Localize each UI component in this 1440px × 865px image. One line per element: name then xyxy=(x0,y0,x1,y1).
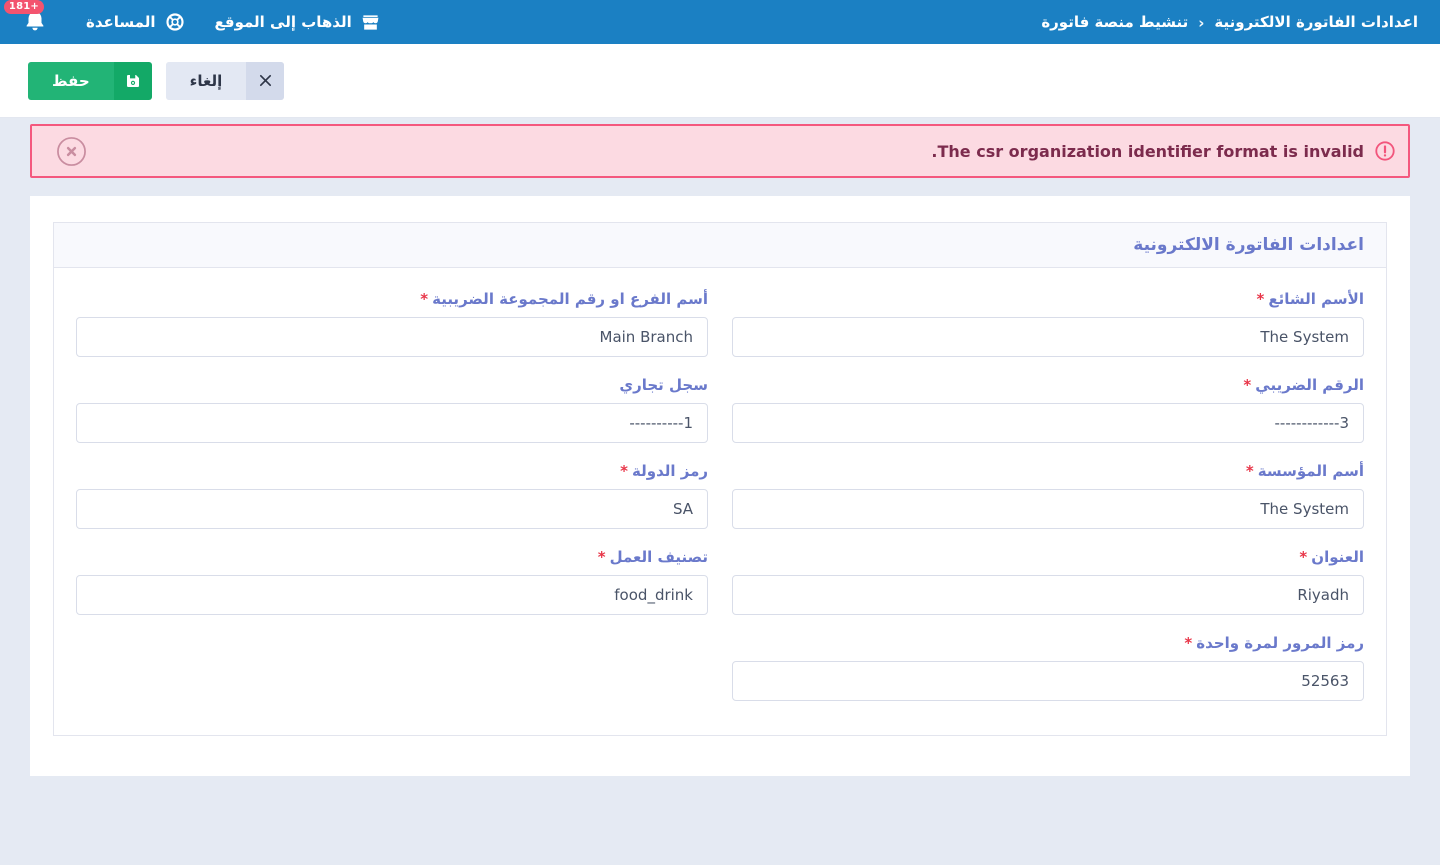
otp-input[interactable] xyxy=(732,661,1364,701)
required-asterisk: * xyxy=(1299,548,1307,566)
save-icon xyxy=(114,62,152,100)
field-label: العنوان* xyxy=(732,548,1364,566)
cancel-button[interactable]: إلغاء xyxy=(166,62,285,100)
alert-message: The csr organization identifier format i… xyxy=(931,142,1364,161)
breadcrumb-current: تنشيط منصة فاتورة xyxy=(1041,13,1188,31)
panel-body: الأسم الشائع* أسم الفرع او رقم المجموعة … xyxy=(54,268,1386,735)
field-business-category: تصنيف العمل* xyxy=(76,548,708,615)
required-asterisk: * xyxy=(1246,462,1254,480)
close-icon xyxy=(246,62,284,100)
storefront-icon xyxy=(361,13,380,32)
field-address: العنوان* xyxy=(732,548,1364,615)
breadcrumb-separator-icon: ‹ xyxy=(1198,13,1204,32)
field-label: رمز المرور لمرة واحدة* xyxy=(732,634,1364,652)
commercial-register-input[interactable] xyxy=(76,403,708,443)
field-commercial-register: سجل تجاري xyxy=(76,376,708,443)
field-label: سجل تجاري xyxy=(76,376,708,394)
alert-warning-icon xyxy=(1374,140,1396,162)
cancel-button-label: إلغاء xyxy=(166,62,247,100)
field-label: الأسم الشائع* xyxy=(732,290,1364,308)
field-branch-name: أسم الفرع او رقم المجموعة الضريبية* xyxy=(76,290,708,357)
field-tax-number: الرقم الضريبي* xyxy=(732,376,1364,443)
field-label: الرقم الضريبي* xyxy=(732,376,1364,394)
invoice-settings-panel: اعدادات الفاتورة الالكترونية الأسم الشائ… xyxy=(53,222,1387,736)
topbar: اعدادات الفاتورة الالكترونية ‹ تنشيط منص… xyxy=(0,0,1440,44)
required-asterisk: * xyxy=(1243,376,1251,394)
empty-grid-cell xyxy=(76,634,708,701)
topbar-actions: الذهاب إلى الموقع المساعدة xyxy=(22,7,380,37)
breadcrumb: اعدادات الفاتورة الالكترونية ‹ تنشيط منص… xyxy=(1041,13,1418,32)
help-link[interactable]: المساعدة xyxy=(86,12,185,32)
notification-count-badge: +181 xyxy=(4,0,44,14)
go-to-site-link[interactable]: الذهاب إلى الموقع xyxy=(215,13,380,32)
common-name-input[interactable] xyxy=(732,317,1364,357)
field-country-code: رمز الدولة* xyxy=(76,462,708,529)
breadcrumb-parent[interactable]: اعدادات الفاتورة الالكترونية xyxy=(1214,13,1418,31)
help-label: المساعدة xyxy=(86,13,156,31)
bell-icon xyxy=(22,18,48,37)
panel-title: اعدادات الفاتورة الالكترونية xyxy=(54,223,1386,268)
organization-name-input[interactable] xyxy=(732,489,1364,529)
field-label: أسم الفرع او رقم المجموعة الضريبية* xyxy=(76,290,708,308)
lifebuoy-icon xyxy=(165,12,185,32)
field-label: تصنيف العمل* xyxy=(76,548,708,566)
notifications-button[interactable]: +181 xyxy=(22,7,48,37)
field-label: أسم المؤسسة* xyxy=(732,462,1364,480)
toolbar: إلغاء حفظ xyxy=(0,44,1440,118)
field-common-name: الأسم الشائع* xyxy=(732,290,1364,357)
required-asterisk: * xyxy=(1257,290,1265,308)
save-button-label: حفظ xyxy=(28,62,114,100)
tax-number-input[interactable] xyxy=(732,403,1364,443)
field-organization-name: أسم المؤسسة* xyxy=(732,462,1364,529)
country-code-input[interactable] xyxy=(76,489,708,529)
error-alert: The csr organization identifier format i… xyxy=(30,124,1410,178)
form-grid: الأسم الشائع* أسم الفرع او رقم المجموعة … xyxy=(76,290,1364,701)
field-otp: رمز المرور لمرة واحدة* xyxy=(732,634,1364,701)
address-input[interactable] xyxy=(732,575,1364,615)
save-button[interactable]: حفظ xyxy=(28,62,152,100)
required-asterisk: * xyxy=(420,290,428,308)
required-asterisk: * xyxy=(1184,634,1192,652)
required-asterisk: * xyxy=(598,548,606,566)
branch-name-input[interactable] xyxy=(76,317,708,357)
go-to-site-label: الذهاب إلى الموقع xyxy=(215,13,352,31)
required-asterisk: * xyxy=(620,462,628,480)
content-card: اعدادات الفاتورة الالكترونية الأسم الشائ… xyxy=(30,196,1410,776)
business-category-input[interactable] xyxy=(76,575,708,615)
alert-dismiss-button[interactable] xyxy=(56,136,87,167)
field-label: رمز الدولة* xyxy=(76,462,708,480)
